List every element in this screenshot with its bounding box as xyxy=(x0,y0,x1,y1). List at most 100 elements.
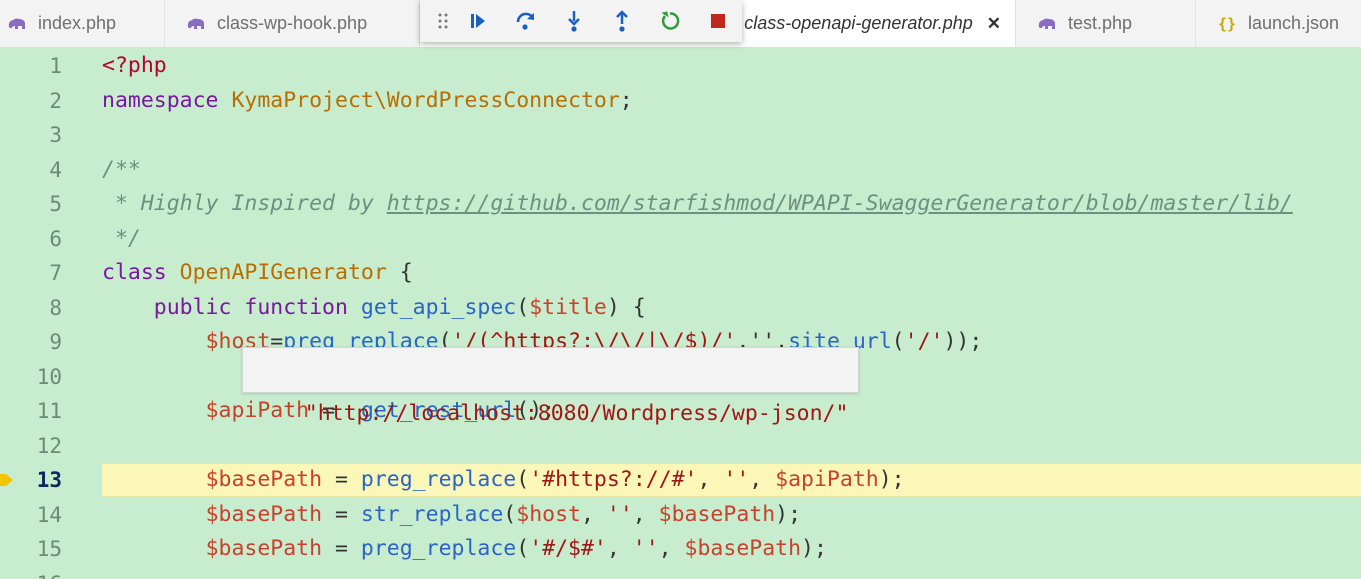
code-token: = xyxy=(322,467,361,492)
code-editor[interactable]: 1 <?php 2 namespace KymaProject\WordPressCo… xyxy=(0,47,1361,579)
step-out-button[interactable] xyxy=(598,3,646,39)
line-number: 1 xyxy=(49,54,62,78)
continue-icon xyxy=(471,14,485,28)
code-token: ); xyxy=(878,467,905,492)
code-token: , xyxy=(606,536,633,561)
code-token: $apiPath xyxy=(775,467,879,492)
code-token: KymaProject\WordPressConnector xyxy=(231,87,620,113)
line-number: 12 xyxy=(36,433,62,458)
code-token: , xyxy=(658,536,685,561)
code-line-1[interactable]: 1 <?php xyxy=(0,49,1361,83)
code-token: , xyxy=(697,467,724,492)
tab-test-php[interactable]: test.php xyxy=(1016,0,1196,47)
php-elephant-icon xyxy=(185,17,207,31)
code-token: https://github.com/starfishmod/WPAPI-Swa… xyxy=(386,191,1293,216)
line-number: 6 xyxy=(49,226,62,251)
code-token: $basePath xyxy=(684,536,802,561)
code-line-2[interactable]: 2 namespace KymaProject\WordPressConnecto… xyxy=(0,84,1361,118)
line-number: 3 xyxy=(49,123,62,147)
code-line-14[interactable]: 14 $basePath = str_replace($host, '', $b… xyxy=(0,498,1361,532)
restart-icon xyxy=(661,11,680,30)
step-over-button[interactable] xyxy=(502,3,550,39)
code-token: = xyxy=(322,501,361,527)
code-token: ( xyxy=(516,536,530,561)
code-token: ; xyxy=(619,87,633,113)
tab-label: class-openapi-generator.php xyxy=(744,13,973,33)
code-token: '#https?://#' xyxy=(529,467,698,492)
code-token: get_api_spec xyxy=(360,294,517,320)
code-token: '' xyxy=(606,501,633,527)
code-token: class xyxy=(102,260,180,285)
code-text: public function get_api_spec($title) { xyxy=(102,291,646,325)
code-text: */ xyxy=(102,222,141,256)
code-line-5[interactable]: 5 * Highly Inspired by https://github.co… xyxy=(0,187,1361,221)
code-token: , xyxy=(632,501,659,527)
code-token: ); xyxy=(801,536,827,561)
code-token: ) { xyxy=(606,294,646,320)
code-text: $basePath = preg_replace('#/$#', '', $ba… xyxy=(102,532,827,566)
line-number: 11 xyxy=(36,399,62,423)
code-token: public function xyxy=(153,294,361,320)
php-elephant-icon xyxy=(6,17,28,31)
stop-button[interactable] xyxy=(694,3,742,39)
code-text: /** xyxy=(102,153,141,187)
continue-button[interactable] xyxy=(454,3,502,39)
code-token: $title xyxy=(529,294,607,320)
code-token: '#/$#' xyxy=(529,536,607,561)
code-token: preg_replace xyxy=(360,467,517,492)
code-token: */ xyxy=(102,225,141,251)
drag-grip-icon[interactable] xyxy=(432,12,454,30)
line-number: 15 xyxy=(36,537,62,561)
code-token: /** xyxy=(102,156,141,182)
code-line-3[interactable]: 3 xyxy=(0,118,1361,152)
hover-value: "http://localhost:8080/Wordpress/wp-json… xyxy=(304,401,849,426)
code-token: , xyxy=(749,467,776,492)
tab-launch-json[interactable]: {} launch.json xyxy=(1196,0,1361,47)
code-line-13[interactable]: 13 $basePath = preg_replace('#https?://#… xyxy=(0,463,1361,497)
line-number: 7 xyxy=(49,261,62,285)
code-text: * Highly Inspired by https://github.com/… xyxy=(102,187,1293,221)
code-line-7[interactable]: 7 class OpenAPIGenerator { xyxy=(0,256,1361,290)
code-line-8[interactable]: 8 public function get_api_spec($title) { xyxy=(0,291,1361,325)
line-number: 4 xyxy=(49,157,62,182)
code-line-4[interactable]: 4 /** xyxy=(0,153,1361,187)
code-token: ( xyxy=(891,329,905,354)
tab-index-php[interactable]: index.php xyxy=(0,0,165,47)
tab-label: class-wp-hook.php xyxy=(217,13,368,33)
code-token: namespace xyxy=(102,87,232,113)
code-token: $basePath xyxy=(205,501,323,527)
step-over-icon xyxy=(516,12,535,30)
close-tab-icon[interactable]: ✕ xyxy=(987,14,1001,34)
code-token: ( xyxy=(503,501,517,527)
code-token: '' xyxy=(632,536,659,561)
tab-class-wp-hook-php[interactable]: class-wp-hook.php xyxy=(165,0,420,47)
code-token: $host xyxy=(516,501,581,527)
code-token: '' xyxy=(723,467,750,492)
line-number: 2 xyxy=(49,88,62,113)
stop-icon xyxy=(711,14,725,28)
code-text: class OpenAPIGenerator { xyxy=(102,256,413,290)
line-number: 13 xyxy=(36,468,62,492)
code-token: , xyxy=(580,501,607,527)
step-into-button[interactable] xyxy=(550,3,598,39)
code-line-15[interactable]: 15 $basePath = preg_replace('#/$#', '', … xyxy=(0,532,1361,566)
debug-toolbar xyxy=(420,0,742,42)
code-token: OpenAPIGenerator xyxy=(179,260,387,285)
code-text: $basePath = preg_replace('#https?://#', … xyxy=(102,463,905,497)
code-line-6[interactable]: 6 */ xyxy=(0,222,1361,256)
code-token: $basePath xyxy=(658,501,776,527)
code-token: '/' xyxy=(904,329,944,354)
code-token: ( xyxy=(516,294,530,320)
code-token: <?php xyxy=(102,53,167,78)
restart-button[interactable] xyxy=(646,3,694,39)
code-line-16[interactable]: 16 xyxy=(0,567,1361,579)
line-number: 5 xyxy=(49,192,62,216)
code-text: <?php xyxy=(102,49,167,83)
code-token: * Highly Inspired by xyxy=(102,191,387,216)
